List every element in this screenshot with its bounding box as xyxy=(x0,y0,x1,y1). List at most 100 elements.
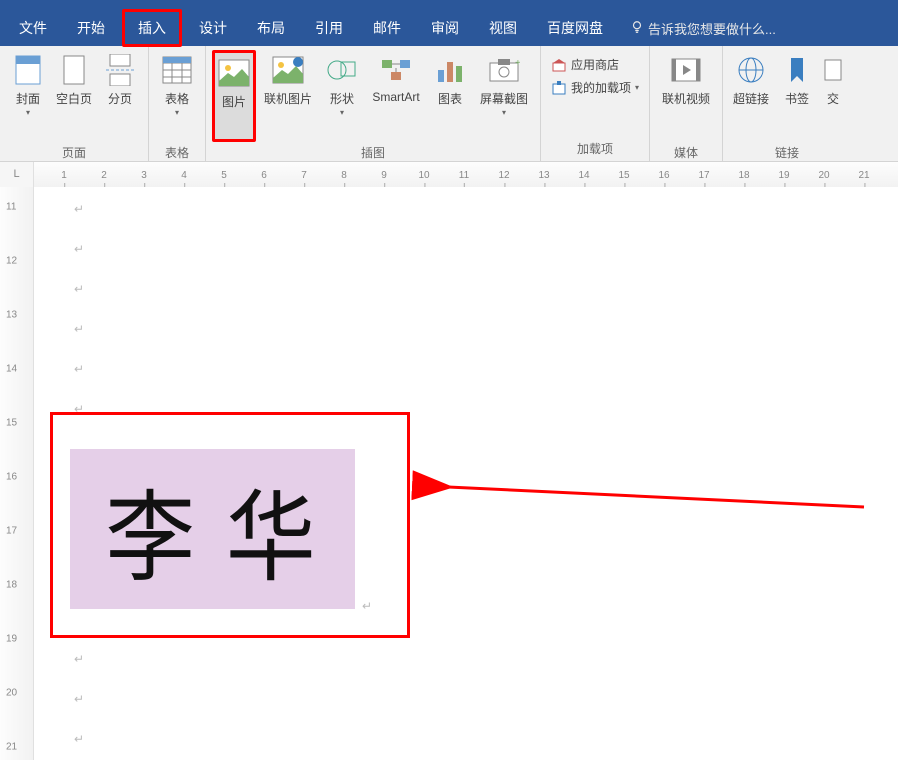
paragraph-mark-icon: ↵ xyxy=(74,282,84,296)
bookmark-icon xyxy=(781,54,813,86)
ruler-tick: 10 xyxy=(418,170,429,181)
ruler-tick: 13 xyxy=(538,170,549,181)
page-break-button[interactable]: 分页 xyxy=(98,50,142,142)
paragraph-mark-icon: ↵ xyxy=(74,242,84,256)
ruler-tick: 12 xyxy=(6,256,17,267)
blank-page-button[interactable]: 空白页 xyxy=(52,50,96,142)
group-addins-label: 加载项 xyxy=(547,138,643,161)
ruler-tick: 15 xyxy=(618,170,629,181)
ruler-tick: 12 xyxy=(498,170,509,181)
ruler-tick: 18 xyxy=(6,580,17,591)
chevron-down-icon: ▾ xyxy=(502,109,506,117)
shapes-icon xyxy=(326,54,358,86)
page-break-icon xyxy=(104,54,136,86)
shapes-button[interactable]: 形状 ▾ xyxy=(320,50,364,142)
document-area: 1112131415161718192021 ↵ ↵ ↵ ↵ ↵ ↵ 李 华 ↵… xyxy=(0,187,898,760)
addin-icon xyxy=(551,80,567,96)
horizontal-ruler[interactable]: 123456789101112131415161718192021 xyxy=(34,162,898,187)
tellme-label: 告诉我您想要做什么... xyxy=(648,19,776,38)
ruler-tick: 19 xyxy=(6,634,17,645)
menu-bar: 文件 开始 插入 设计 布局 引用 邮件 审阅 视图 百度网盘 告诉我您想要做什… xyxy=(0,10,898,46)
ruler-tick: 1 xyxy=(61,170,67,181)
paragraph-mark-icon: ↵ xyxy=(74,362,84,376)
ruler-tick: 20 xyxy=(6,688,17,699)
tab-review[interactable]: 审阅 xyxy=(418,12,472,44)
ruler-tick: 14 xyxy=(578,170,589,181)
ruler-tick: 2 xyxy=(101,170,107,181)
ruler-tick: 16 xyxy=(6,472,17,483)
screenshot-button[interactable]: + 屏幕截图 ▾ xyxy=(474,50,534,142)
document-page[interactable]: ↵ ↵ ↵ ↵ ↵ ↵ 李 华 ↵ ↵ ↵ ↵ xyxy=(34,187,898,760)
ribbon: 封面 ▾ 空白页 分页 页面 xyxy=(0,46,898,162)
cover-page-icon xyxy=(12,54,44,86)
tab-insert[interactable]: 插入 xyxy=(122,9,182,47)
table-icon xyxy=(161,54,193,86)
ruler-tick: 8 xyxy=(341,170,347,181)
ruler-tick: 7 xyxy=(301,170,307,181)
group-tables: 表格 ▾ 表格 xyxy=(149,46,206,161)
tab-baidu[interactable]: 百度网盘 xyxy=(534,12,616,44)
screenshot-icon: + xyxy=(488,54,520,86)
ruler-tick: 17 xyxy=(6,526,17,537)
ruler-tick: 11 xyxy=(6,202,16,213)
tab-design[interactable]: 设计 xyxy=(186,12,240,44)
ruler-tick: 18 xyxy=(738,170,749,181)
ruler-tick: 5 xyxy=(221,170,227,181)
store-button[interactable]: 应用商店 xyxy=(551,56,619,73)
picture-button[interactable]: 图片 xyxy=(212,50,256,142)
tab-references[interactable]: 引用 xyxy=(302,12,356,44)
online-video-button[interactable]: 联机视频 xyxy=(656,50,716,142)
ruler-corner[interactable]: L xyxy=(0,162,34,187)
ruler-tick: 16 xyxy=(658,170,669,181)
tab-mailings[interactable]: 邮件 xyxy=(360,12,414,44)
smartart-button[interactable]: SmartArt xyxy=(366,50,426,142)
crossref-button[interactable]: 交 xyxy=(821,50,845,142)
tab-home[interactable]: 开始 xyxy=(64,12,118,44)
ruler-tick: 6 xyxy=(261,170,267,181)
paragraph-mark-icon: ↵ xyxy=(362,599,372,613)
group-links: 超链接 书签 交 链接 xyxy=(723,46,851,161)
picture-icon xyxy=(218,57,250,89)
video-icon xyxy=(670,54,702,86)
annotation-arrow-icon xyxy=(434,477,874,517)
ruler-tick: 13 xyxy=(6,310,17,321)
ruler-bar: L 123456789101112131415161718192021 xyxy=(0,162,898,187)
paragraph-mark-icon: ↵ xyxy=(74,322,84,336)
ruler-tick: 21 xyxy=(858,170,869,181)
ruler-tick: 19 xyxy=(778,170,789,181)
ruler-tick: 15 xyxy=(6,418,17,429)
chevron-down-icon: ▾ xyxy=(26,109,30,117)
svg-text:+: + xyxy=(515,58,520,69)
ruler-tick: 20 xyxy=(818,170,829,181)
ruler-tick: 4 xyxy=(181,170,187,181)
tab-layout[interactable]: 布局 xyxy=(244,12,298,44)
inserted-signature-image[interactable]: 李 华 xyxy=(70,449,355,609)
paragraph-mark-icon: ↵ xyxy=(74,652,84,666)
chevron-down-icon: ▾ xyxy=(340,109,344,117)
group-pages: 封面 ▾ 空白页 分页 页面 xyxy=(0,46,149,161)
paragraph-mark-icon: ↵ xyxy=(74,692,84,706)
tab-view[interactable]: 视图 xyxy=(476,12,530,44)
globe-icon xyxy=(735,54,767,86)
online-picture-icon xyxy=(272,54,304,86)
cover-page-button[interactable]: 封面 ▾ xyxy=(6,50,50,142)
hyperlink-button[interactable]: 超链接 xyxy=(729,50,773,142)
table-button[interactable]: 表格 ▾ xyxy=(155,50,199,142)
tellme-search[interactable]: 告诉我您想要做什么... xyxy=(630,19,776,38)
vertical-ruler[interactable]: 1112131415161718192021 xyxy=(0,187,34,760)
group-media: 联机视频 媒体 xyxy=(650,46,723,161)
store-icon xyxy=(551,57,567,73)
tab-file[interactable]: 文件 xyxy=(6,12,60,44)
chevron-down-icon: ▾ xyxy=(635,83,639,92)
myaddins-button[interactable]: 我的加载项 ▾ xyxy=(551,79,639,96)
paragraph-mark-icon: ↵ xyxy=(74,202,84,216)
blank-page-icon xyxy=(58,54,90,86)
chevron-down-icon: ▾ xyxy=(175,109,179,117)
chart-button[interactable]: 图表 xyxy=(428,50,472,142)
ruler-tick: 3 xyxy=(141,170,147,181)
lightbulb-icon xyxy=(630,20,644,37)
online-picture-button[interactable]: 联机图片 xyxy=(258,50,318,142)
bookmark-button[interactable]: 书签 xyxy=(775,50,819,142)
crossref-icon xyxy=(817,54,849,86)
paragraph-mark-icon: ↵ xyxy=(74,732,84,746)
